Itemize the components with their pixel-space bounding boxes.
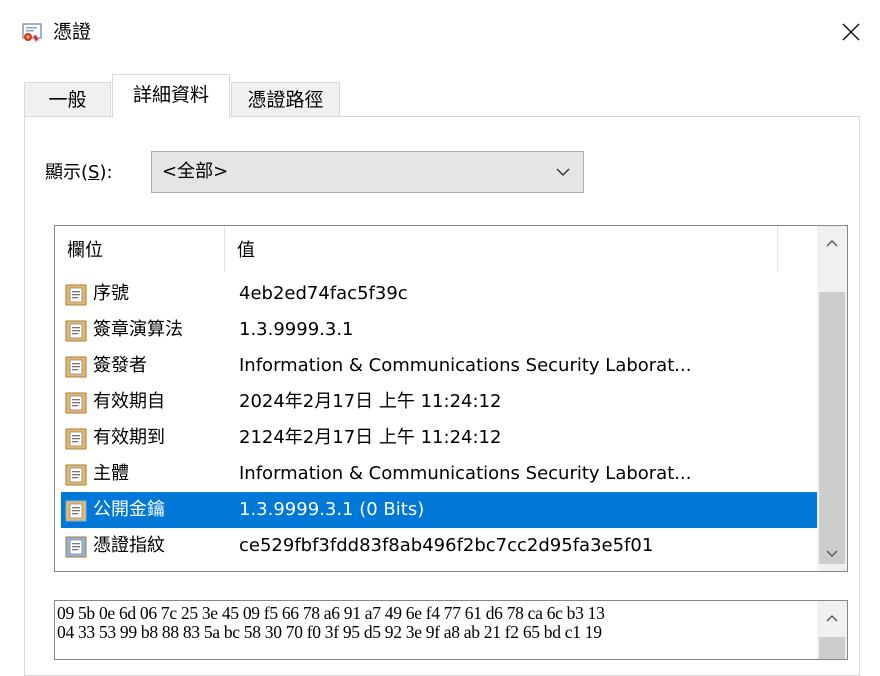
chevron-up-icon: [826, 615, 838, 622]
row-field-value: 4eb2ed74fac5f39c: [239, 283, 408, 304]
close-icon: [842, 23, 860, 41]
row-field-value: 2024年2月17日 上午 11:24:12: [239, 391, 502, 412]
tab-certification-path[interactable]: 憑證路徑: [231, 82, 340, 116]
column-header-field[interactable]: 欄位: [67, 236, 103, 262]
column-divider[interactable]: [777, 226, 778, 272]
field-icon: [65, 320, 87, 342]
row-field-value: ce529fbf3fdd83f8ab496f2bc7cc2d95fa3e5f01: [239, 535, 654, 556]
scroll-up-button[interactable]: [817, 601, 847, 635]
row-field-name: 簽章演算法: [93, 319, 183, 340]
column-divider[interactable]: [224, 226, 225, 272]
row-field-value: 2124年2月17日 上午 11:24:12: [239, 427, 502, 448]
field-icon: [65, 464, 87, 486]
property-icon: [65, 536, 87, 558]
show-dropdown[interactable]: <全部>: [151, 151, 584, 193]
certificate-icon: [22, 23, 44, 43]
row-field-name: 有效期自: [93, 391, 165, 412]
detail-scrollbar[interactable]: [817, 601, 847, 659]
tab-general[interactable]: 一般: [24, 82, 111, 116]
row-field-name: 簽發者: [93, 355, 147, 376]
field-icon: [65, 500, 87, 522]
scroll-up-button[interactable]: [817, 226, 847, 260]
hex-line: 09 5b 0e 6d 06 7c 25 3e 45 09 f5 66 78 a…: [57, 603, 605, 623]
title-bar: 憑證: [0, 0, 880, 64]
close-button[interactable]: [822, 0, 880, 64]
table-row[interactable]: 公開金鑰 1.3.9999.3.1 (0 Bits): [61, 492, 817, 528]
scroll-down-button[interactable]: [817, 537, 847, 571]
table-row[interactable]: 主體 Information & Communications Security …: [61, 456, 817, 492]
table-row[interactable]: 序號 4eb2ed74fac5f39c: [61, 276, 817, 312]
tab-details[interactable]: 詳細資料: [112, 74, 230, 118]
table-row[interactable]: 憑證指紋 ce529fbf3fdd83f8ab496f2bc7cc2d95fa3e…: [61, 528, 817, 564]
field-icon: [65, 428, 87, 450]
list-scrollbar[interactable]: [817, 226, 847, 571]
chevron-down-icon: [556, 168, 570, 176]
window-title: 憑證: [53, 21, 92, 43]
list-header: 欄位 值: [55, 226, 817, 272]
show-dropdown-value: <全部>: [162, 161, 229, 182]
column-header-value[interactable]: 值: [237, 236, 255, 262]
scroll-thumb[interactable]: [819, 292, 845, 564]
row-field-value: Information & Communications Security La…: [239, 355, 692, 376]
row-field-value: Information & Communications Security La…: [239, 463, 692, 484]
table-row[interactable]: 有效期到 2124年2月17日 上午 11:24:12: [61, 420, 817, 456]
value-detail-textbox[interactable]: 09 5b 0e 6d 06 7c 25 3e 45 09 f5 66 78 a…: [54, 600, 848, 660]
row-field-value: 1.3.9999.3.1 (0 Bits): [239, 499, 425, 520]
table-row[interactable]: 有效期自 2024年2月17日 上午 11:24:12: [61, 384, 817, 420]
table-row[interactable]: 簽發者 Information & Communications Security…: [61, 348, 817, 384]
row-field-name: 公開金鑰: [93, 499, 165, 520]
field-list[interactable]: 欄位 值 序號 4eb2ed74fac5f39c 簽章演算法 1.3.9999.3.1…: [54, 225, 848, 572]
row-field-name: 序號: [93, 283, 129, 304]
field-icon: [65, 284, 87, 306]
chevron-up-icon: [826, 240, 838, 247]
row-field-name: 憑證指紋: [93, 535, 165, 556]
table-row[interactable]: 簽章演算法 1.3.9999.3.1: [61, 312, 817, 348]
row-field-value: 1.3.9999.3.1: [239, 319, 354, 340]
chevron-down-icon: [826, 550, 838, 557]
field-icon: [65, 392, 87, 414]
field-icon: [65, 356, 87, 378]
show-label: 顯示(S):: [45, 162, 113, 183]
row-field-name: 主體: [93, 463, 129, 484]
row-field-name: 有效期到: [93, 427, 165, 448]
scroll-thumb[interactable]: [819, 637, 845, 659]
hex-line: 04 33 53 99 b8 88 83 5a bc 58 30 70 f0 3…: [57, 622, 602, 642]
